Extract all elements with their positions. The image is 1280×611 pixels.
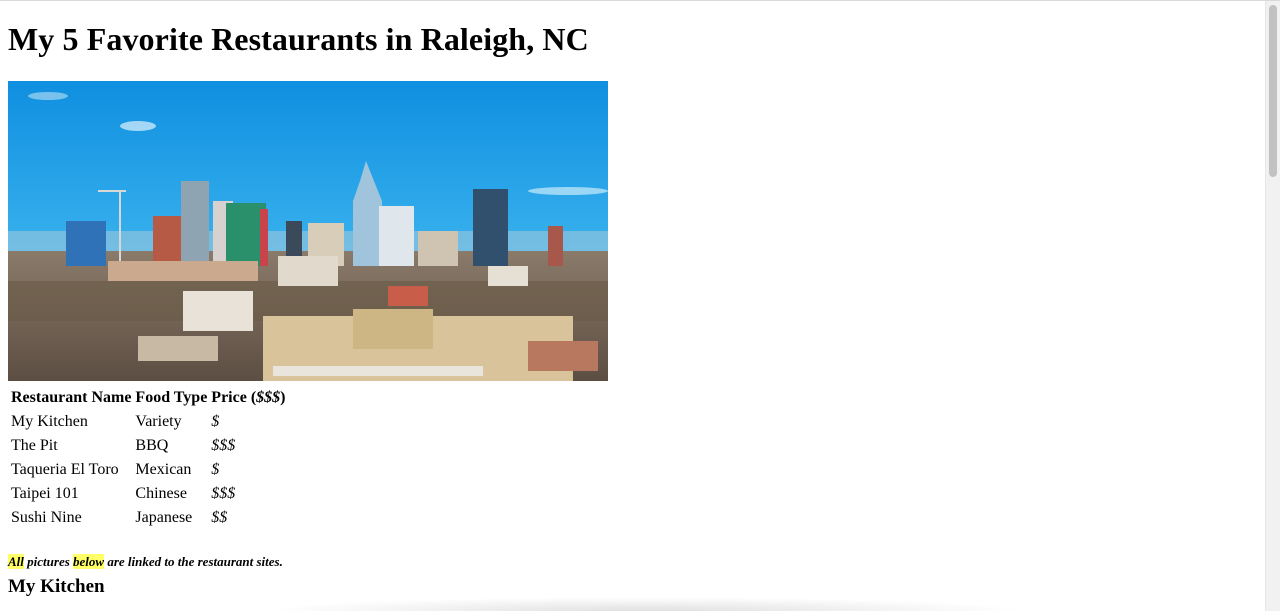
food-type: Chinese: [135, 485, 187, 502]
table-row: My Kitchen Variety $: [10, 411, 286, 433]
restaurant-name: Taipei 101: [11, 485, 79, 502]
price: $: [211, 413, 220, 430]
raleigh-skyline-image: [8, 81, 608, 381]
scrollbar-thumb[interactable]: [1269, 5, 1277, 177]
price: $$$: [211, 485, 236, 502]
table-header-row: Restaurant Name Food Type Price ($$$): [10, 387, 286, 409]
price: $$$: [211, 437, 236, 454]
page-title: My 5 Favorite Restaurants in Raleigh, NC: [8, 21, 589, 57]
food-type: Mexican: [135, 461, 192, 478]
restaurant-name: Sushi Nine: [11, 509, 82, 526]
column-header-name: Restaurant Name: [11, 389, 132, 406]
food-type: Japanese: [135, 509, 193, 526]
column-header-food-type: Food Type: [135, 389, 208, 406]
column-header-price: Price ($$$): [211, 389, 286, 406]
restaurant-name: My Kitchen: [11, 413, 88, 430]
food-type: BBQ: [135, 437, 169, 454]
highlight-below: below: [73, 554, 105, 569]
highlight-all: All: [8, 554, 24, 569]
table-row: Taqueria El Toro Mexican $: [10, 459, 286, 481]
linked-pictures-note: All pictures below are linked to the res…: [8, 554, 283, 570]
food-type: Variety: [135, 413, 182, 430]
note-text-1: pictures: [23, 554, 74, 569]
note-text-2: are linked to the restaurant sites.: [104, 554, 283, 569]
restaurants-table: Restaurant Name Food Type Price ($$$) My…: [8, 385, 288, 531]
table-row: The Pit BBQ $$$: [10, 435, 286, 457]
table-row: Taipei 101 Chinese $$$: [10, 483, 286, 505]
section-heading-my-kitchen: My Kitchen: [8, 576, 105, 597]
table-row: Sushi Nine Japanese $$: [10, 507, 286, 529]
restaurant-name: The Pit: [11, 437, 58, 454]
price: $: [211, 461, 220, 478]
price: $$: [211, 509, 228, 526]
restaurant-name: Taqueria El Toro: [11, 461, 119, 478]
bottom-shadow: [260, 597, 1030, 611]
vertical-scrollbar[interactable]: [1265, 1, 1280, 611]
